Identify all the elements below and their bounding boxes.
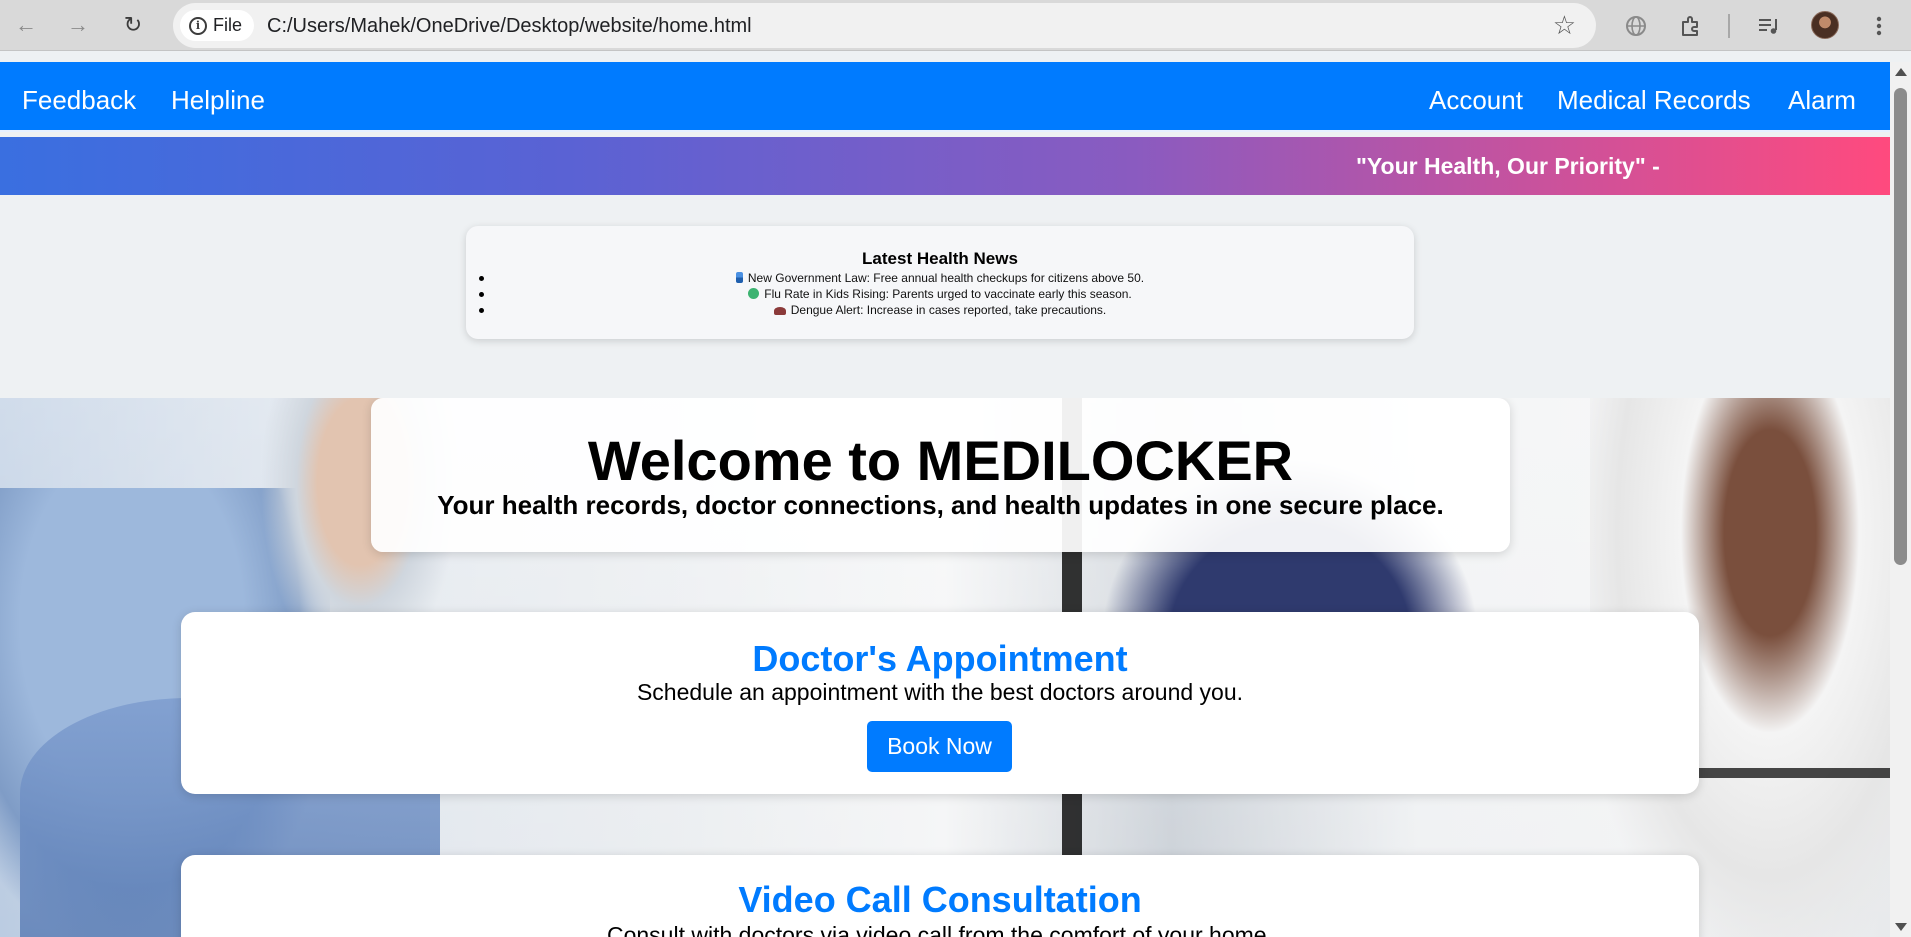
bullet xyxy=(479,292,484,297)
video-consultation-card: Video Call Consultation Consult with doc… xyxy=(181,855,1699,937)
site-info-chip[interactable]: i File xyxy=(180,10,255,41)
news-list: New Government Law: Free annual health c… xyxy=(466,270,1414,318)
media-icon[interactable] xyxy=(1754,11,1784,41)
toolbar-divider xyxy=(1728,14,1730,38)
video-consultation-title: Video Call Consultation xyxy=(738,879,1142,920)
reload-icon[interactable]: ↻ xyxy=(119,11,147,39)
news-item-text: Dengue Alert: Increase in cases reported… xyxy=(790,303,1107,317)
page-scrollbar[interactable] xyxy=(1890,62,1911,937)
news-item: New Government Law: Free annual health c… xyxy=(466,270,1414,286)
welcome-title: Welcome to MEDILOCKER xyxy=(587,429,1294,492)
news-item-text: New Government Law: Free annual health c… xyxy=(747,271,1145,285)
virus-icon xyxy=(748,288,760,299)
nav-helpline[interactable]: Helpline xyxy=(171,85,265,116)
site-navbar: Feedback Helpline Account Medical Record… xyxy=(0,62,1890,132)
nav-medical-records[interactable]: Medical Records xyxy=(1557,85,1751,116)
menu-icon[interactable] xyxy=(1864,11,1894,41)
health-news-card: Latest Health News New Government Law: F… xyxy=(466,226,1414,339)
site-chip-label: File xyxy=(213,15,243,35)
welcome-subtitle: Your health records, doctor connections,… xyxy=(437,490,1444,520)
nav-feedback[interactable]: Feedback xyxy=(22,85,136,116)
nav-account[interactable]: Account xyxy=(1429,85,1523,116)
scroll-up-arrow-icon[interactable] xyxy=(1895,68,1907,76)
extensions-icon[interactable] xyxy=(1676,11,1706,41)
bullet xyxy=(479,276,484,281)
appointment-card: Doctor's Appointment Schedule an appoint… xyxy=(181,612,1699,794)
slogan-marquee: "Your Health, Our Priority" - xyxy=(0,137,1890,195)
address-bar[interactable]: i File C:/Users/Mahek/OneDrive/Desktop/w… xyxy=(173,3,1596,48)
scroll-down-arrow-icon[interactable] xyxy=(1895,923,1907,931)
forward-icon[interactable]: → xyxy=(64,11,92,39)
video-consultation-description: Consult with doctors via video call from… xyxy=(606,922,1273,937)
appointment-description: Schedule an appointment with the best do… xyxy=(636,679,1244,705)
news-item: Dengue Alert: Increase in cases reported… xyxy=(466,302,1414,318)
url-text[interactable]: C:/Users/Mahek/OneDrive/Desktop/website/… xyxy=(267,15,752,38)
news-item: Flu Rate in Kids Rising: Parents urged t… xyxy=(466,286,1414,302)
book-now-button[interactable]: Book Now xyxy=(867,721,1012,772)
browser-toolbar: ← → ↻ i File C:/Users/Mahek/OneDrive/Des… xyxy=(0,0,1911,51)
scroll-thumb[interactable] xyxy=(1894,88,1907,565)
hero-section: Welcome to MEDILOCKER Your health record… xyxy=(0,398,1890,937)
translate-icon[interactable] xyxy=(1621,11,1651,41)
news-item-text: Flu Rate in Kids Rising: Parents urged t… xyxy=(764,287,1132,301)
mosquito-icon xyxy=(773,307,786,315)
star-icon[interactable]: ☆ xyxy=(1553,11,1576,39)
profile-avatar[interactable] xyxy=(1811,11,1839,39)
nav-alarm[interactable]: Alarm xyxy=(1788,85,1856,116)
marquee-text: "Your Health, Our Priority" - xyxy=(1356,153,1660,179)
bullet xyxy=(479,308,484,313)
welcome-card: Welcome to MEDILOCKER Your health record… xyxy=(371,398,1510,552)
news-title: Latest Health News xyxy=(862,249,1018,268)
info-icon: i xyxy=(189,16,207,35)
pin-icon xyxy=(735,272,743,283)
back-icon[interactable]: ← xyxy=(12,11,40,39)
appointment-title: Doctor's Appointment xyxy=(752,638,1128,679)
